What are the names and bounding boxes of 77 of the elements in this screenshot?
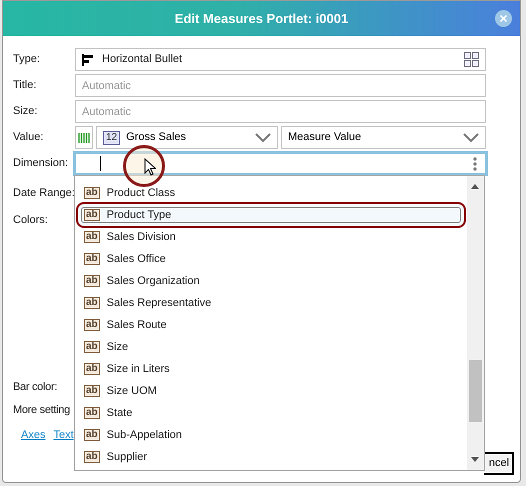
field-label: Dimension:	[13, 156, 70, 172]
cancel-button[interactable]: ncel	[484, 452, 514, 475]
chevron-down-icon	[255, 132, 271, 142]
text-type-badge: ab	[84, 341, 100, 353]
item-label: Sales Office	[106, 252, 166, 267]
item-label: Size	[106, 340, 128, 355]
close-icon	[500, 15, 507, 22]
aggregation-select[interactable]: Measure Value	[281, 126, 486, 149]
dropdown-item[interactable]: ab Sales Organization	[78, 270, 464, 292]
item-label: Sales Division	[106, 230, 176, 245]
item-label: Sales Representative	[106, 296, 212, 311]
dropdown-item[interactable]: ab Size UOM	[78, 380, 464, 402]
item-label: Supplier	[106, 450, 148, 465]
close-button[interactable]	[495, 10, 512, 27]
chart-type-field[interactable]: Horizontal Bullet	[75, 48, 486, 71]
dropdown-item[interactable]: ab Product Type	[78, 204, 464, 226]
measure-value: Gross Sales	[126, 130, 186, 146]
settings-link[interactable]: Axes	[21, 427, 46, 444]
item-label: Sales Organization	[106, 274, 200, 289]
field-label: Type:	[13, 52, 41, 68]
text-type-badge: ab	[84, 363, 100, 375]
text-type-badge: ab	[84, 231, 100, 243]
text-type-badge: ab	[84, 319, 100, 331]
dropdown-item[interactable]: ab Size	[78, 336, 464, 358]
click-highlight	[123, 145, 165, 187]
dropdown-item[interactable]: ab Sales Office	[78, 248, 464, 270]
more-vertical-icon[interactable]	[473, 156, 477, 170]
text-type-badge: ab	[84, 429, 100, 441]
dropdown-item[interactable]: ab Sales Representative	[78, 292, 464, 314]
field-label: Title:	[13, 78, 38, 94]
text-caret	[100, 156, 101, 171]
field-label: More setting	[13, 402, 70, 418]
field-label: Colors:	[13, 212, 48, 228]
dropdown-item[interactable]: ab Size in Liters	[78, 358, 464, 380]
scrollbar-thumb[interactable]	[469, 360, 482, 422]
scroll-down-icon[interactable]	[471, 457, 479, 462]
field-label: Value:	[13, 130, 44, 146]
aggregation-value: Measure Value	[288, 130, 362, 146]
dropdown-item[interactable]: ab State	[78, 402, 464, 424]
text-type-badge: ab	[84, 187, 100, 199]
text-type-badge: ab	[84, 385, 100, 397]
dimension-field[interactable]	[73, 151, 488, 176]
text-type-badge: ab	[84, 407, 100, 419]
number-type-badge: 12	[103, 130, 120, 144]
item-label: Sub-Appelation	[106, 428, 182, 443]
field-label: Date Range:	[13, 186, 75, 201]
text-field[interactable]: Automatic	[75, 100, 486, 123]
window-title: Edit Measures Portlet: i0001	[174, 10, 348, 28]
field-label: Size:	[13, 104, 38, 120]
chart-type-value: Horizontal Bullet	[102, 52, 182, 68]
text-type-badge: ab	[84, 253, 100, 265]
item-label: Product Class	[106, 186, 176, 201]
bars-icon	[78, 132, 90, 142]
text-field[interactable]: Automatic	[75, 74, 486, 97]
dropdown-item[interactable]: ab Sub-Appelation	[78, 424, 464, 446]
field-label: Bar color:	[13, 380, 58, 395]
measure-select[interactable]: 12 Gross Sales	[96, 126, 278, 149]
settings-link[interactable]: Text	[53, 427, 74, 444]
dropdown-item[interactable]: ab Sales Route	[78, 314, 464, 336]
text-type-badge: ab	[84, 275, 100, 287]
measure-style-button[interactable]	[75, 126, 93, 149]
item-label: State	[106, 406, 132, 421]
text-type-badge: ab	[84, 209, 100, 221]
dropdown-item[interactable]: ab Product Class	[78, 182, 464, 204]
text-type-badge: ab	[84, 297, 100, 309]
text-type-badge: ab	[84, 451, 100, 463]
dropdown-item[interactable]: ab Supplier	[78, 446, 464, 468]
scrollbar[interactable]	[467, 176, 484, 470]
item-label: Size UOM	[106, 384, 157, 399]
dropdown-item[interactable]: ab Sales Division	[78, 226, 464, 248]
bar-chart-icon	[82, 54, 94, 66]
grid-icon[interactable]	[464, 52, 479, 67]
item-label: Sales Route	[106, 318, 167, 333]
item-label: Size in Liters	[106, 362, 170, 377]
chevron-down-icon	[463, 132, 479, 142]
scroll-up-icon[interactable]	[471, 184, 479, 189]
item-label: Product Type	[106, 208, 172, 223]
